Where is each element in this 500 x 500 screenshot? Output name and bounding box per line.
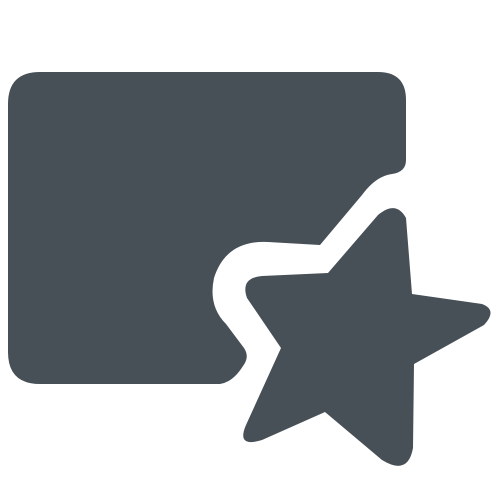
card-with-star-icon — [8, 72, 491, 466]
icon-canvas — [0, 0, 500, 500]
star-shape — [243, 208, 491, 466]
